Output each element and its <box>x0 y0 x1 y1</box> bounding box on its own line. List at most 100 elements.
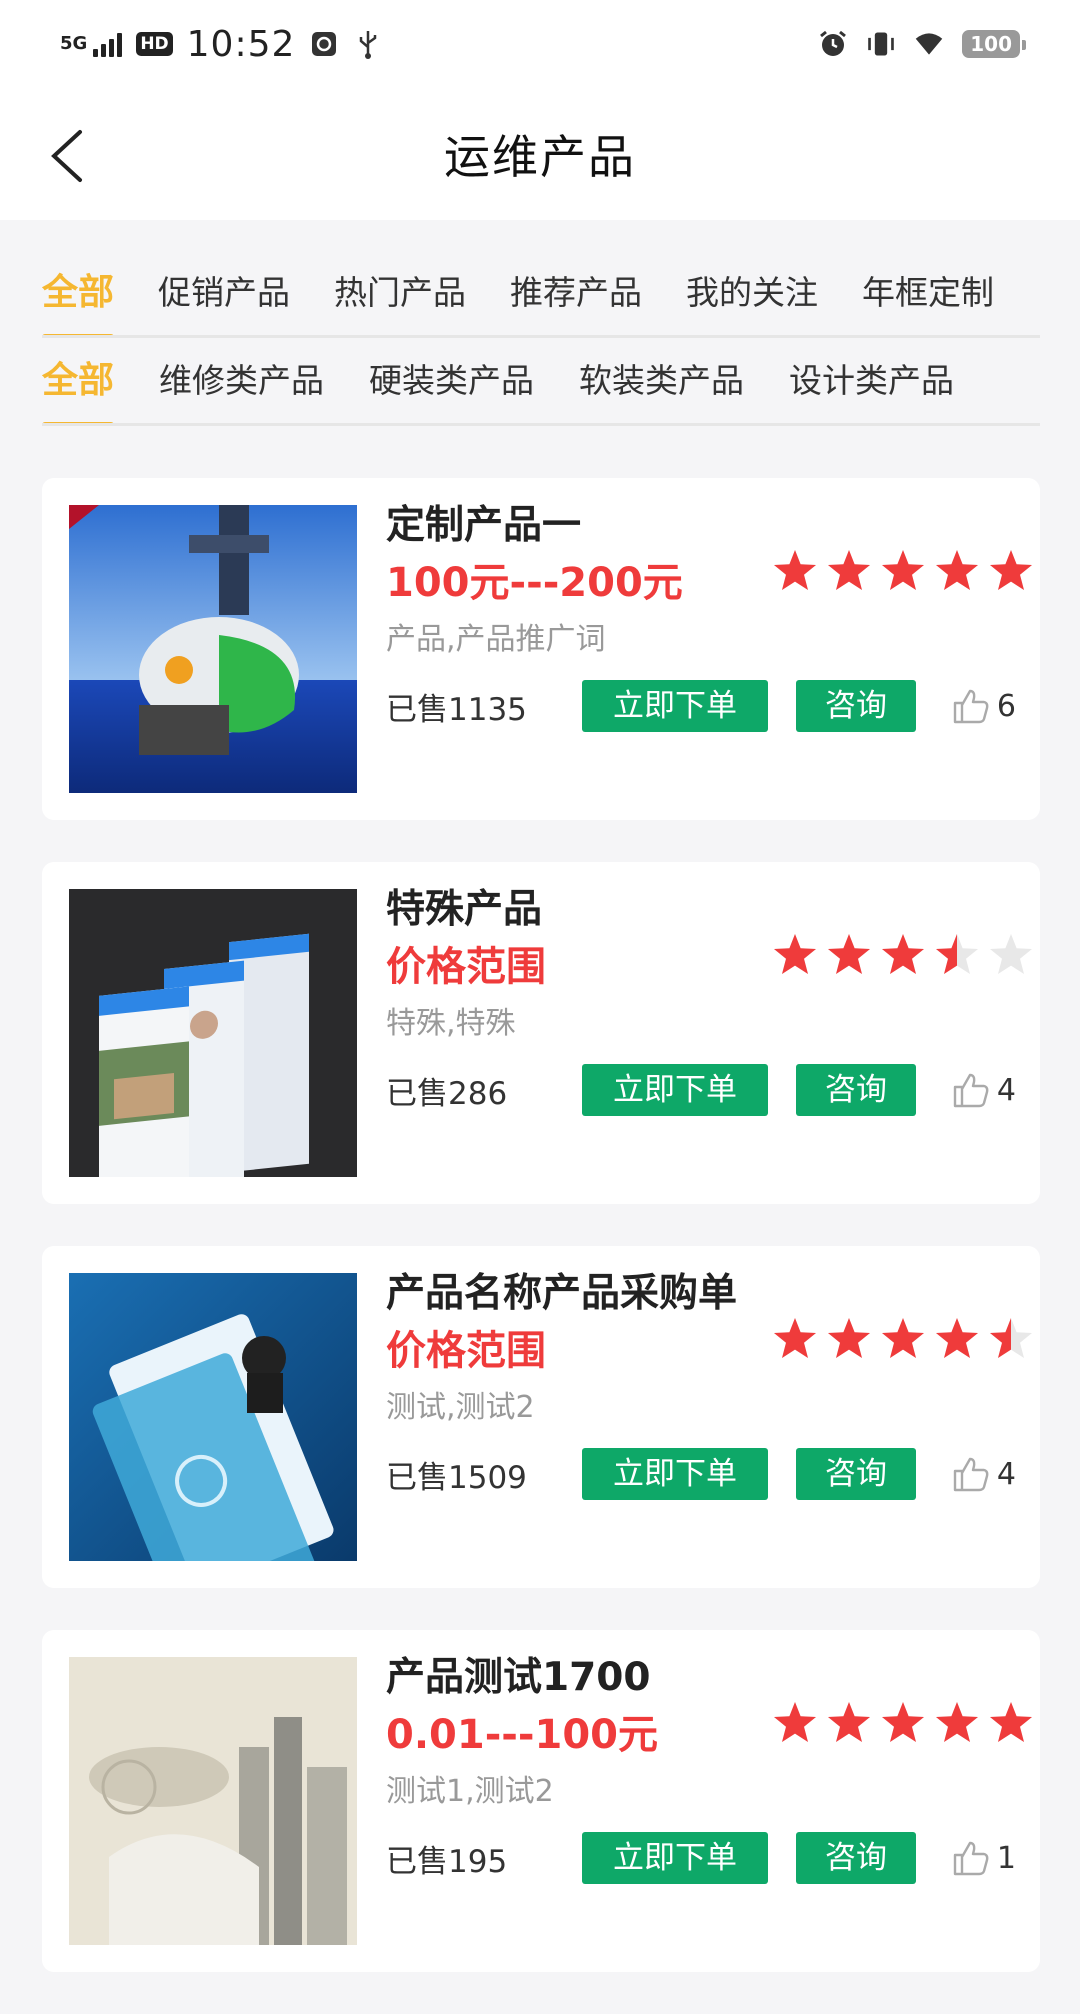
product-card[interactable]: 产品测试1700 0.01---100元 测试1,测试2 已售195 立即下单 … <box>42 1630 1040 1972</box>
star-icon <box>990 934 1032 974</box>
product-list: 定制产品一 100元---200元 产品,产品推广词 已售1135 立即下单 咨… <box>42 478 1040 2014</box>
star-icon <box>828 1318 870 1358</box>
consult-button[interactable]: 咨询 <box>796 680 916 732</box>
consult-button[interactable]: 咨询 <box>796 1064 916 1116</box>
sold-count: 已售1135 <box>386 691 527 728</box>
star-icon <box>774 550 816 590</box>
order-now-button[interactable]: 立即下单 <box>582 1832 768 1884</box>
star-icon <box>990 1702 1032 1742</box>
tab-hot[interactable]: 热门产品 <box>334 250 466 335</box>
product-card[interactable]: 定制产品一 100元---200元 产品,产品推广词 已售1135 立即下单 咨… <box>42 478 1040 820</box>
chevron-left-icon <box>51 130 82 182</box>
product-info: 特殊产品 价格范围 特殊,特殊 已售286 立即下单 咨询 4 <box>386 882 1016 1122</box>
category-tab-hard-decoration[interactable]: 硬装类产品 <box>369 338 534 423</box>
product-image[interactable] <box>69 505 357 793</box>
network-type: 5G <box>60 33 88 54</box>
like-button[interactable]: 1 <box>951 1838 1016 1878</box>
hd-badge: HD <box>136 32 173 56</box>
tab-my-follows[interactable]: 我的关注 <box>686 250 818 335</box>
star-icon <box>828 934 870 974</box>
product-card[interactable]: 产品名称产品采购单 价格范围 测试,测试2 已售1509 立即下单 咨询 4 <box>42 1246 1040 1588</box>
status-time: 10:52 <box>186 23 296 65</box>
like-count: 1 <box>996 1840 1016 1876</box>
star-icon <box>774 1702 816 1742</box>
thumbs-up-icon <box>953 689 989 724</box>
primary-tab-row: 全部 促销产品 热门产品 推荐产品 我的关注 年框定制 <box>42 250 1040 338</box>
sold-count: 已售1509 <box>386 1459 527 1496</box>
star-icon <box>882 1702 924 1742</box>
product-name[interactable]: 定制产品一 <box>386 498 1016 554</box>
product-info: 产品名称产品采购单 价格范围 测试,测试2 已售1509 立即下单 咨询 4 <box>386 1266 1016 1506</box>
star-icon <box>990 1318 1032 1358</box>
thumbs-up-icon <box>953 1457 989 1492</box>
like-count: 4 <box>996 1072 1016 1108</box>
product-image[interactable] <box>69 1657 357 1945</box>
product-tags: 产品,产品推广词 <box>386 622 606 657</box>
star-icon <box>774 1318 816 1358</box>
product-name[interactable]: 产品名称产品采购单 <box>386 1266 1016 1322</box>
sold-count: 已售286 <box>386 1075 508 1112</box>
like-count: 4 <box>996 1456 1016 1492</box>
star-icon <box>936 1318 978 1358</box>
consult-button[interactable]: 咨询 <box>796 1832 916 1884</box>
category-tab-design[interactable]: 设计类产品 <box>789 338 954 423</box>
filter-tabs: 全部 促销产品 热门产品 推荐产品 我的关注 年框定制 全部 维修类产品 硬装类… <box>42 250 1040 426</box>
product-info: 产品测试1700 0.01---100元 测试1,测试2 已售195 立即下单 … <box>386 1650 1016 1890</box>
like-button[interactable]: 4 <box>951 1070 1016 1110</box>
rating-stars <box>772 1316 1034 1362</box>
category-tab-soft-decoration[interactable]: 软装类产品 <box>579 338 744 423</box>
status-left: 5G HD 10:52 <box>60 24 383 65</box>
product-image[interactable] <box>69 1273 357 1561</box>
tab-recommended[interactable]: 推荐产品 <box>510 250 642 335</box>
rating-stars <box>772 932 1034 978</box>
product-tags: 特殊,特殊 <box>386 1006 516 1041</box>
tab-annual-custom[interactable]: 年框定制 <box>862 250 994 335</box>
order-now-button[interactable]: 立即下单 <box>582 1064 768 1116</box>
category-tab-repair[interactable]: 维修类产品 <box>159 338 324 423</box>
status-bar: 5G HD 10:52 100 <box>0 0 1080 88</box>
star-icon <box>882 550 924 590</box>
rating-stars <box>772 1700 1034 1746</box>
tab-promotion[interactable]: 促销产品 <box>158 250 290 335</box>
secondary-tab-row: 全部 维修类产品 硬装类产品 软装类产品 设计类产品 <box>42 338 1040 426</box>
usb-icon <box>353 29 383 59</box>
star-icon <box>882 1318 924 1358</box>
star-icon <box>882 934 924 974</box>
star-icon <box>936 550 978 590</box>
order-now-button[interactable]: 立即下单 <box>582 680 768 732</box>
app-notification-icon <box>309 29 339 59</box>
star-icon <box>990 550 1032 590</box>
product-image[interactable] <box>69 889 357 1177</box>
product-tags: 测试1,测试2 <box>386 1774 554 1809</box>
star-icon <box>828 550 870 590</box>
tab-all[interactable]: 全部 <box>42 250 115 335</box>
product-name[interactable]: 产品测试1700 <box>386 1650 1016 1706</box>
vibrate-icon <box>866 29 896 59</box>
wifi-icon <box>914 29 944 59</box>
like-button[interactable]: 4 <box>951 1454 1016 1494</box>
product-actions: 已售1509 立即下单 咨询 4 <box>386 1442 1016 1506</box>
battery-icon: 100 <box>962 30 1026 58</box>
product-actions: 已售195 立即下单 咨询 1 <box>386 1826 1016 1890</box>
star-icon <box>936 1702 978 1742</box>
product-card[interactable]: 特殊产品 价格范围 特殊,特殊 已售286 立即下单 咨询 4 <box>42 862 1040 1204</box>
nav-bar: 运维产品 <box>0 88 1080 220</box>
back-button[interactable] <box>44 128 94 184</box>
thumbs-up-icon <box>953 1073 989 1108</box>
star-icon <box>828 1702 870 1742</box>
category-tab-all[interactable]: 全部 <box>42 338 115 423</box>
rating-stars <box>772 548 1034 594</box>
order-now-button[interactable]: 立即下单 <box>582 1448 768 1500</box>
product-name[interactable]: 特殊产品 <box>386 882 1016 938</box>
consult-button[interactable]: 咨询 <box>796 1448 916 1500</box>
thumbs-up-icon <box>953 1841 989 1876</box>
like-count: 6 <box>996 688 1016 724</box>
sold-count: 已售195 <box>386 1843 508 1880</box>
signal-icon <box>93 31 123 57</box>
alarm-icon <box>818 29 848 59</box>
page-title: 运维产品 <box>444 130 636 184</box>
status-right: 100 <box>818 29 1026 59</box>
like-button[interactable]: 6 <box>951 686 1016 726</box>
star-icon <box>936 934 978 974</box>
product-info: 定制产品一 100元---200元 产品,产品推广词 已售1135 立即下单 咨… <box>386 498 1016 738</box>
